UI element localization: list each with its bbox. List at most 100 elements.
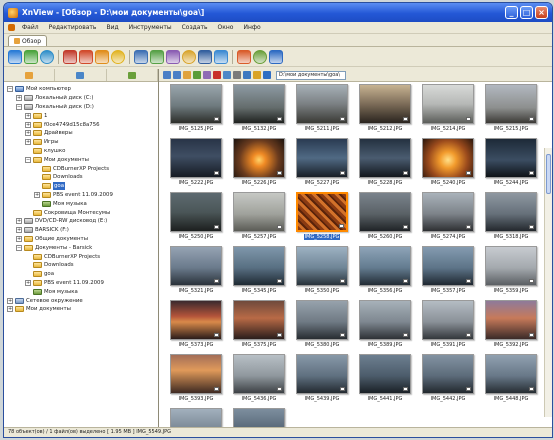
thumbnail-item[interactable]: IMG_5380.JPG	[294, 300, 350, 354]
thumbnail-item[interactable]: IMG_5375.JPG	[231, 300, 287, 354]
expand-icon[interactable]: +	[16, 227, 22, 234]
thumbnail-item[interactable]: IMG_5260.JPG	[357, 192, 413, 246]
tree-node[interactable]: + Общие документы	[4, 235, 158, 244]
thumbnail-image[interactable]	[359, 84, 411, 124]
address-input[interactable]: D:\мои документы\goa\	[276, 70, 346, 80]
tree-node[interactable]: + DVD/CD-RW дисковод (E:)	[4, 217, 158, 226]
collapse-icon[interactable]: −	[7, 86, 13, 93]
thumbnail-item[interactable]: IMG_5449.JPG	[168, 408, 224, 427]
thumbnail-image[interactable]	[233, 300, 285, 340]
menu-item[interactable]: Редактировать	[44, 24, 102, 31]
toolbar-tool-icon[interactable]	[166, 49, 180, 64]
thumbnail-image[interactable]	[233, 192, 285, 232]
minimize-button[interactable]: _	[505, 6, 518, 19]
refresh-icon[interactable]	[193, 71, 201, 79]
close-button[interactable]: ×	[535, 6, 548, 19]
back-icon[interactable]	[163, 71, 171, 79]
tree-node[interactable]: − Документы - Barsick	[4, 243, 158, 252]
expand-icon[interactable]: +	[7, 306, 13, 313]
thumbnail-item[interactable]: IMG_5392.JPG	[483, 300, 539, 354]
thumbnail-image[interactable]	[233, 84, 285, 124]
tree-node[interactable]: + f0ce4749d15c8a756	[4, 120, 158, 129]
thumbnail-image[interactable]	[170, 408, 222, 427]
thumbnail-image[interactable]	[422, 354, 474, 394]
toolbar-tool-icon[interactable]	[111, 49, 125, 64]
thumbnail-image[interactable]	[485, 300, 537, 340]
toolbar-tool-icon[interactable]	[63, 49, 77, 64]
tree-node[interactable]: +1	[4, 111, 158, 120]
toolbar-tool-icon[interactable]	[134, 49, 148, 64]
thumbnail-image[interactable]	[170, 354, 222, 394]
thumbnail-item[interactable]: IMG_5345.JPG	[231, 246, 287, 300]
thumbnail-image[interactable]	[422, 84, 474, 124]
thumbnail-item[interactable]: IMG_5436.JPG	[231, 354, 287, 408]
thumbnail-image[interactable]	[170, 84, 222, 124]
thumbnail-item[interactable]: IMG_5214.JPG	[420, 84, 476, 138]
toolbar-tool-icon[interactable]	[95, 49, 109, 64]
expand-icon[interactable]: +	[16, 95, 22, 102]
tab-browser[interactable]: Обзор	[8, 35, 48, 46]
thumbnail-image[interactable]	[485, 354, 537, 394]
thumbnail-image[interactable]	[296, 192, 348, 232]
thumbnail-item[interactable]: IMG_5222.JPG	[168, 138, 224, 192]
thumbnail-item[interactable]: IMG_5356.JPG	[357, 246, 413, 300]
thumbnail-item[interactable]: IMG_5226.JPG	[231, 138, 287, 192]
thumbnail-image[interactable]	[170, 300, 222, 340]
expand-icon[interactable]: +	[25, 121, 31, 128]
toolbar-tool-icon[interactable]	[182, 49, 196, 64]
thumbnail-item[interactable]: IMG_5257.JPG	[231, 192, 287, 246]
thumbnail-item[interactable]: IMG_5321.JPG	[168, 246, 224, 300]
thumbnail-item[interactable]: IMG_5274.JPG	[420, 192, 476, 246]
tree-node[interactable]: goa	[4, 182, 158, 191]
thumbnail-image[interactable]	[296, 84, 348, 124]
menu-item[interactable]: Инструменты	[124, 24, 177, 31]
toolbar-tool-icon[interactable]	[214, 49, 228, 64]
thumbnail-item[interactable]: IMG_5211.JPG	[294, 84, 350, 138]
thumbnail-image[interactable]	[233, 354, 285, 394]
expand-icon[interactable]: +	[16, 235, 22, 242]
sort-icon[interactable]	[233, 71, 241, 79]
menu-item[interactable]: Окно	[213, 24, 239, 31]
thumbnail-image[interactable]	[485, 246, 537, 286]
thumbnail-image[interactable]	[422, 300, 474, 340]
collapse-icon[interactable]: −	[16, 244, 22, 251]
menu-item[interactable]: Файл	[17, 24, 44, 31]
thumbnail-image[interactable]	[359, 354, 411, 394]
tree-node[interactable]: + Сетевое окружение	[4, 296, 158, 305]
expand-icon[interactable]: +	[25, 112, 31, 119]
forward-icon[interactable]	[173, 71, 181, 79]
thumbnail-item[interactable]: IMG_5318.JPG	[483, 192, 539, 246]
thumbnail-item[interactable]: IMG_5125.JPG	[168, 84, 224, 138]
tree-node[interactable]: + Игры	[4, 138, 158, 147]
thumbnail-item[interactable]: IMG_5132.JPG	[231, 84, 287, 138]
thumbnail-image[interactable]	[296, 354, 348, 394]
tree-node[interactable]: клушко	[4, 147, 158, 156]
favorite-icon[interactable]	[253, 71, 261, 79]
thumbnail-image[interactable]	[422, 246, 474, 286]
tree-node[interactable]: Сокровища Монтесумы	[4, 208, 158, 217]
expand-icon[interactable]: +	[25, 139, 31, 146]
thumbnail-item[interactable]: IMG_5448.JPG	[483, 354, 539, 408]
thumbnail-image[interactable]	[233, 408, 285, 427]
title-bar[interactable]: XnView - [Обзор - D:\мои документы\goa\]…	[4, 3, 552, 22]
thumbnail-image[interactable]	[485, 84, 537, 124]
filter-icon[interactable]	[243, 71, 251, 79]
thumbnail-image[interactable]	[170, 246, 222, 286]
tree-node[interactable]: goa	[4, 270, 158, 279]
expand-icon[interactable]: +	[25, 130, 31, 137]
toolbar-tool-icon[interactable]	[79, 49, 93, 64]
thumbnail-item[interactable]: IMG_5373.JPG	[168, 300, 224, 354]
maximize-button[interactable]: □	[520, 6, 533, 19]
thumbnail-item[interactable]: IMG_5240.JPG	[420, 138, 476, 192]
thumbnail-item[interactable]: IMG_5359.JPG	[483, 246, 539, 300]
thumbnail-image[interactable]	[359, 192, 411, 232]
thumbnail-item[interactable]: IMG_5350.JPG	[294, 246, 350, 300]
expand-icon[interactable]: +	[34, 191, 40, 198]
tree-node[interactable]: − Мои документы	[4, 155, 158, 164]
tree-node[interactable]: + Локальный диск (C:)	[4, 94, 158, 103]
expand-icon[interactable]: +	[7, 297, 13, 304]
tree-node[interactable]: CDBurnerXP Projects	[4, 252, 158, 261]
toolbar-tool-icon[interactable]	[24, 49, 38, 64]
tree-node[interactable]: + PBS event 11.09.2009	[4, 279, 158, 288]
thumbnail-item[interactable]: IMG_5228.JPG	[357, 138, 413, 192]
